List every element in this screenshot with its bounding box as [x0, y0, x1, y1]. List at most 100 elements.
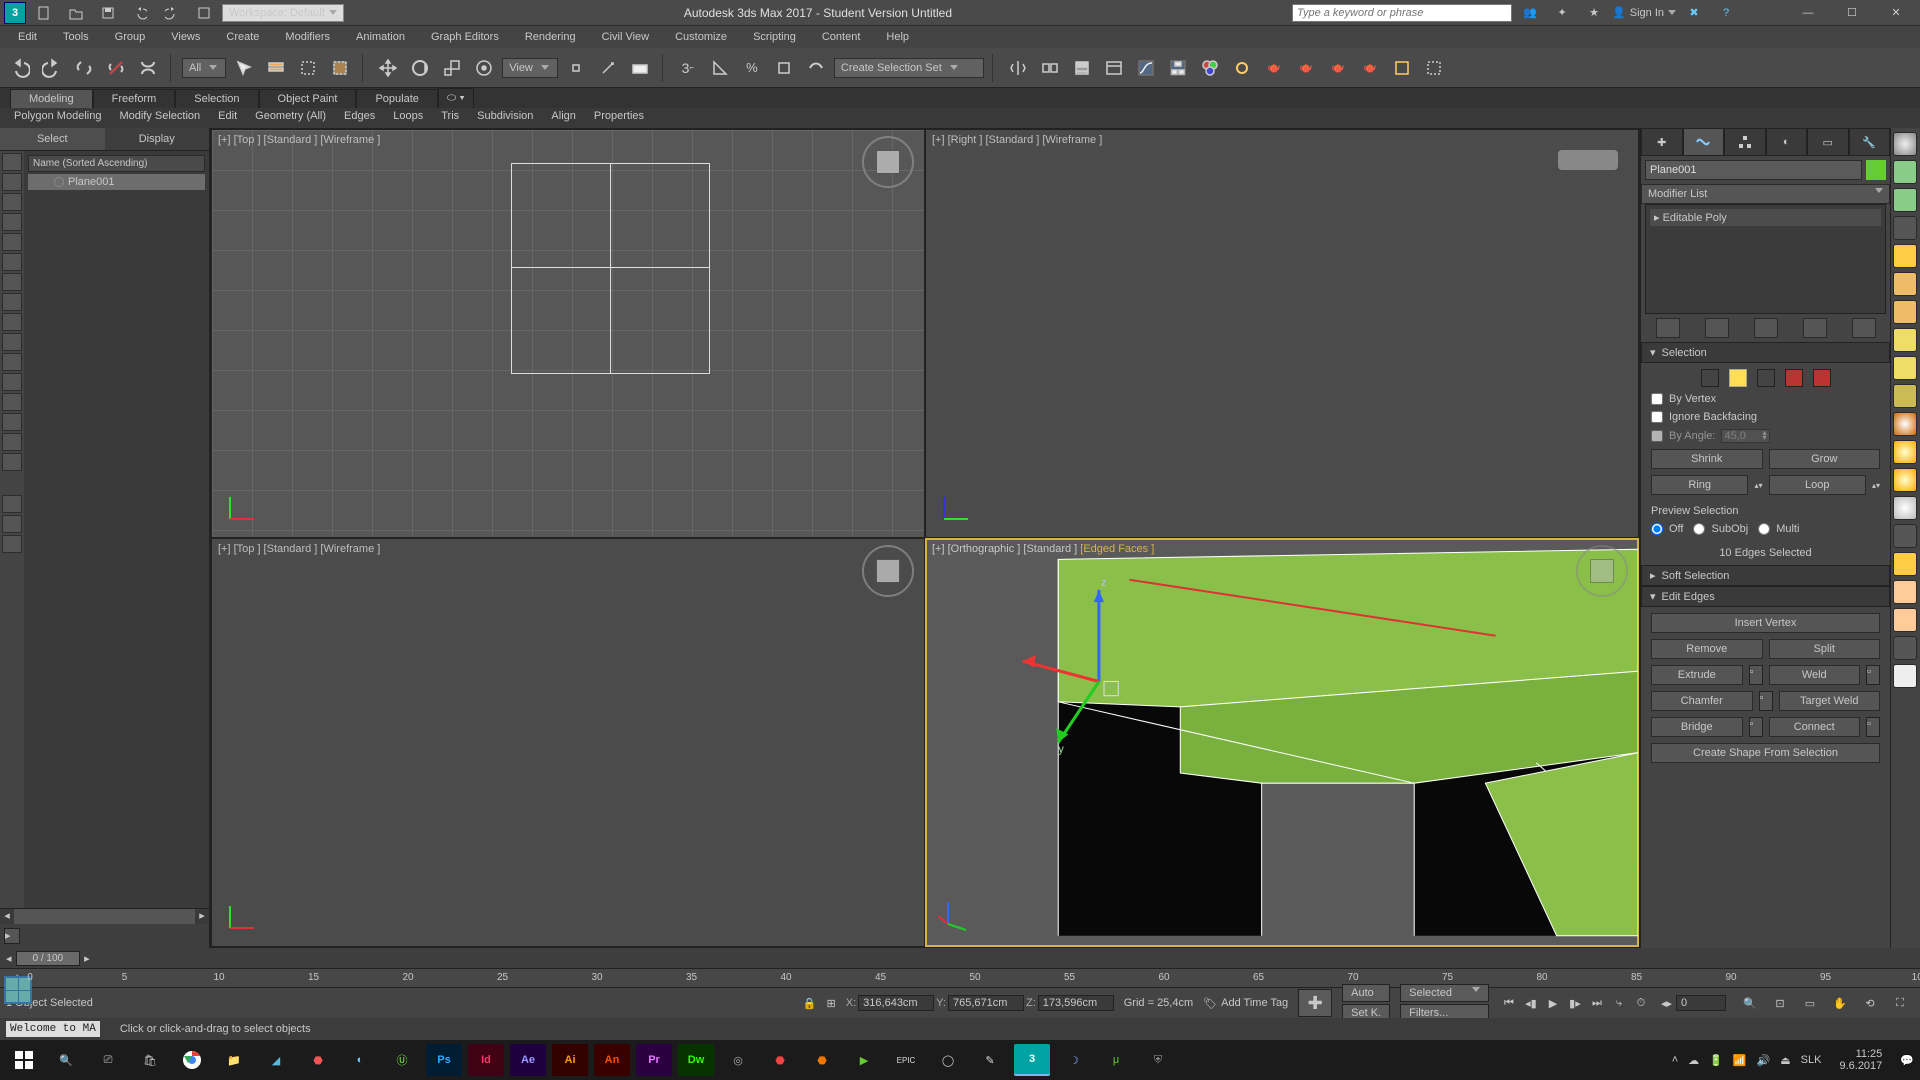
tray-wifi-icon[interactable]: 📶 [1733, 1054, 1747, 1067]
viewcube-bl[interactable] [862, 545, 914, 597]
search-tb-icon[interactable]: 🔍 [48, 1044, 84, 1076]
preview-multi-radio[interactable]: Multi [1758, 523, 1799, 535]
nav-fov-icon[interactable]: ▭ [1796, 989, 1824, 1017]
manipulate-icon[interactable] [594, 54, 622, 82]
create-shape-button[interactable]: Create Shape From Selection [1651, 743, 1880, 763]
app5-icon[interactable]: ◎ [720, 1044, 756, 1076]
extrude-settings-icon[interactable]: ▫ [1749, 665, 1763, 685]
ribbon-sub-edges[interactable]: Edges [336, 108, 383, 128]
pivot-icon[interactable] [562, 54, 590, 82]
named-selset-dropdown[interactable]: Create Selection Set [834, 58, 984, 78]
fav-icon[interactable]: ★ [1580, 0, 1608, 27]
mirror-icon[interactable] [1004, 54, 1032, 82]
render-last-icon[interactable] [1388, 54, 1416, 82]
angle-spinner[interactable]: ▴▾ [1721, 429, 1769, 443]
close-button[interactable]: ✕ [1876, 2, 1916, 24]
bridge-settings-icon[interactable]: ▫ [1749, 717, 1763, 737]
stack-remove-icon[interactable] [1803, 318, 1827, 338]
chamfer-settings-icon[interactable]: ▫ [1759, 691, 1773, 711]
side-tool-2-icon[interactable] [1893, 160, 1917, 184]
tray-battery-icon[interactable]: 🔋 [1709, 1054, 1723, 1067]
ignore-backfacing-checkbox[interactable]: Ignore Backfacing [1651, 411, 1880, 423]
window-cross-icon[interactable] [326, 54, 354, 82]
ribbon-sub-geometry[interactable]: Geometry (All) [247, 108, 334, 128]
add-timetag-button[interactable]: 🏷Add Time Tag [1203, 997, 1288, 1010]
se-filter-hidden-icon[interactable] [2, 333, 22, 351]
align-icon[interactable] [1036, 54, 1064, 82]
editselset-icon[interactable] [802, 54, 830, 82]
coord-x[interactable]: 316,643cm [858, 995, 934, 1011]
goto-end-icon[interactable]: ⏭ [1587, 993, 1607, 1013]
menu-scripting[interactable]: Scripting [743, 28, 806, 46]
shrink-button[interactable]: Shrink [1651, 449, 1763, 469]
coord-y[interactable]: 765,671cm [948, 995, 1024, 1011]
insert-vertex-button[interactable]: Insert Vertex [1651, 613, 1880, 633]
ribbon-sub-modifysel[interactable]: Modify Selection [111, 108, 208, 128]
animate-big-button[interactable]: ✚ [1298, 989, 1332, 1017]
side-tool-15-icon[interactable] [1893, 524, 1917, 548]
se-filter-shape-icon[interactable] [2, 173, 22, 191]
cmd-tab-display-icon[interactable]: ▭ [1807, 128, 1849, 156]
layer-icon[interactable] [1068, 54, 1096, 82]
connect-settings-icon[interactable]: ▫ [1866, 717, 1880, 737]
side-tool-17-icon[interactable] [1893, 580, 1917, 604]
app8-icon[interactable]: ▶ [846, 1044, 882, 1076]
subobj-poly-icon[interactable] [1785, 369, 1803, 387]
menu-customize[interactable]: Customize [665, 28, 737, 46]
loop-button[interactable]: Loop [1769, 475, 1866, 495]
side-tool-16-icon[interactable] [1893, 552, 1917, 576]
nav-zoomall-icon[interactable]: ⊡ [1766, 989, 1794, 1017]
maximize-button[interactable]: ☐ [1832, 2, 1872, 24]
vp-tr-label[interactable]: [+] [Right ] [Standard ] [Wireframe ] [932, 134, 1102, 146]
subobj-vertex-icon[interactable] [1701, 369, 1719, 387]
snap-3-icon[interactable]: 3⌐ [674, 54, 702, 82]
by-angle-checkbox[interactable]: By Angle: [1651, 430, 1715, 442]
stack-editable-poly[interactable]: ▸ Editable Poly [1650, 209, 1881, 226]
menu-rendering[interactable]: Rendering [515, 28, 586, 46]
se-filter-helper-icon[interactable] [2, 233, 22, 251]
explorer-icon[interactable] [1100, 54, 1128, 82]
app-icon[interactable]: 3 [4, 2, 26, 24]
nav-maximize-icon[interactable]: ⛶ [1886, 989, 1914, 1017]
project-icon[interactable] [190, 0, 218, 27]
ae-icon[interactable]: Ae [510, 1044, 546, 1076]
stack-config-icon[interactable] [1852, 318, 1876, 338]
comm-icon[interactable]: ✦ [1548, 0, 1576, 27]
app2-icon[interactable]: ⬣ [300, 1044, 336, 1076]
chrome-icon[interactable] [174, 1044, 210, 1076]
render-region-icon[interactable] [1420, 54, 1448, 82]
undo-icon[interactable] [126, 0, 154, 27]
se-filter-group-icon[interactable] [2, 293, 22, 311]
se-tab-display[interactable]: Display [105, 128, 210, 150]
ps-icon[interactable]: Ps [426, 1044, 462, 1076]
extrude-button[interactable]: Extrude [1651, 665, 1743, 685]
by-vertex-checkbox[interactable]: By Vertex [1651, 393, 1880, 405]
keyboard-icon[interactable] [626, 54, 654, 82]
tray-volume-icon[interactable]: 🔊 [1757, 1054, 1771, 1067]
app6-icon[interactable]: ⬣ [762, 1044, 798, 1076]
se-column-header[interactable]: Name (Sorted Ascending) [28, 155, 205, 172]
menu-animation[interactable]: Animation [346, 28, 415, 46]
nav-pan-icon[interactable]: ✋ [1826, 989, 1854, 1017]
rollout-selection-header[interactable]: ▾ Selection [1641, 342, 1890, 363]
menu-group[interactable]: Group [105, 28, 156, 46]
side-tool-18-icon[interactable] [1893, 608, 1917, 632]
modifier-stack[interactable]: ▸ Editable Poly [1645, 204, 1886, 314]
tray-lang[interactable]: SLK [1801, 1054, 1822, 1066]
ribbon-tab-objectpaint[interactable]: Object Paint [259, 89, 357, 108]
se-filter-f-icon[interactable] [2, 495, 22, 513]
vp-bl-label[interactable]: [+] [Top ] [Standard ] [Wireframe ] [218, 543, 380, 555]
side-tool-19-icon[interactable] [1893, 636, 1917, 660]
app10-icon[interactable]: ✎ [972, 1044, 1008, 1076]
side-tool-12-icon[interactable] [1893, 440, 1917, 464]
viewcube-tl[interactable] [862, 136, 914, 188]
subobj-edge-icon[interactable] [1729, 369, 1747, 387]
snap-toggle-icon[interactable]: ⊞ [827, 997, 836, 1010]
next-frame-icon[interactable]: ▮▸ [1565, 993, 1585, 1013]
prev-frame-icon[interactable]: ◂▮ [1521, 993, 1541, 1013]
split-button[interactable]: Split [1769, 639, 1881, 659]
target-weld-button[interactable]: Target Weld [1779, 691, 1881, 711]
stack-pin-icon[interactable] [1656, 318, 1680, 338]
cmd-tab-hierarchy-icon[interactable] [1724, 128, 1766, 156]
menu-content[interactable]: Content [812, 28, 871, 46]
